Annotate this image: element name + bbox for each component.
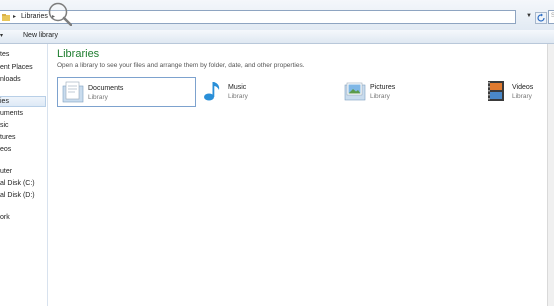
nav-item-documents[interactable]: uments (0, 110, 23, 117)
libraries-folder-icon (2, 14, 10, 21)
videos-library-icon (488, 81, 504, 101)
breadcrumb-arrow-icon[interactable]: ▸ (13, 13, 16, 20)
library-name: Documents (88, 85, 124, 92)
command-bar: ▾ New library (0, 30, 554, 44)
nav-item-recent-places[interactable]: ent Places (0, 64, 33, 71)
nav-item-music[interactable]: sic (0, 122, 9, 129)
nav-item-pictures[interactable]: tures (0, 134, 16, 141)
nav-item-favorites[interactable]: tes (0, 51, 9, 58)
library-tile-documents[interactable]: Documents Library (57, 77, 196, 107)
refresh-icon (537, 13, 545, 22)
library-tile-music[interactable]: Music Library (198, 77, 328, 107)
library-tile-pictures[interactable]: Pictures Library (340, 77, 470, 107)
library-name: Music (228, 84, 247, 91)
address-bar-row: ▸ Libraries ▸ ▼ Se (0, 0, 554, 31)
library-tile-videos[interactable]: Videos Library (482, 77, 554, 107)
library-name: Videos (512, 84, 534, 91)
documents-library-icon (62, 81, 84, 103)
music-library-icon (204, 82, 220, 101)
library-type: Library (228, 93, 248, 100)
nav-item-computer[interactable]: uter (0, 168, 12, 175)
pictures-library-icon (344, 82, 366, 101)
library-name: Pictures (370, 84, 396, 91)
refresh-button[interactable] (535, 12, 547, 24)
breadcrumb-libraries[interactable]: Libraries (21, 13, 48, 20)
page-title: Libraries (57, 48, 100, 60)
address-dropdown-icon[interactable]: ▼ (526, 13, 532, 19)
page-subtitle: Open a library to see your files and arr… (57, 62, 305, 69)
nav-item-downloads[interactable]: nloads (0, 76, 21, 83)
organize-dropdown-icon[interactable]: ▾ (0, 32, 3, 39)
magnifier-icon (48, 2, 72, 26)
library-type: Library (512, 93, 532, 100)
library-type: Library (88, 94, 108, 101)
navigation-pane: tes ent Places nloads ies uments sic tur… (0, 44, 48, 306)
nav-item-local-disk-c[interactable]: al Disk (C:) (0, 180, 35, 187)
vertical-scrollbar[interactable] (547, 44, 554, 306)
library-type: Library (370, 93, 390, 100)
nav-item-network[interactable]: ork (0, 214, 10, 221)
nav-item-videos[interactable]: eos (0, 146, 11, 153)
search-input[interactable]: Se (548, 10, 554, 24)
new-library-button[interactable]: New library (21, 31, 60, 40)
content-pane: Libraries Open a library to see your fil… (48, 44, 554, 306)
address-bar[interactable]: ▸ Libraries ▸ (0, 10, 516, 24)
nav-item-local-disk-d[interactable]: al Disk (D:) (0, 192, 35, 199)
nav-item-libraries[interactable]: ies (0, 98, 9, 105)
